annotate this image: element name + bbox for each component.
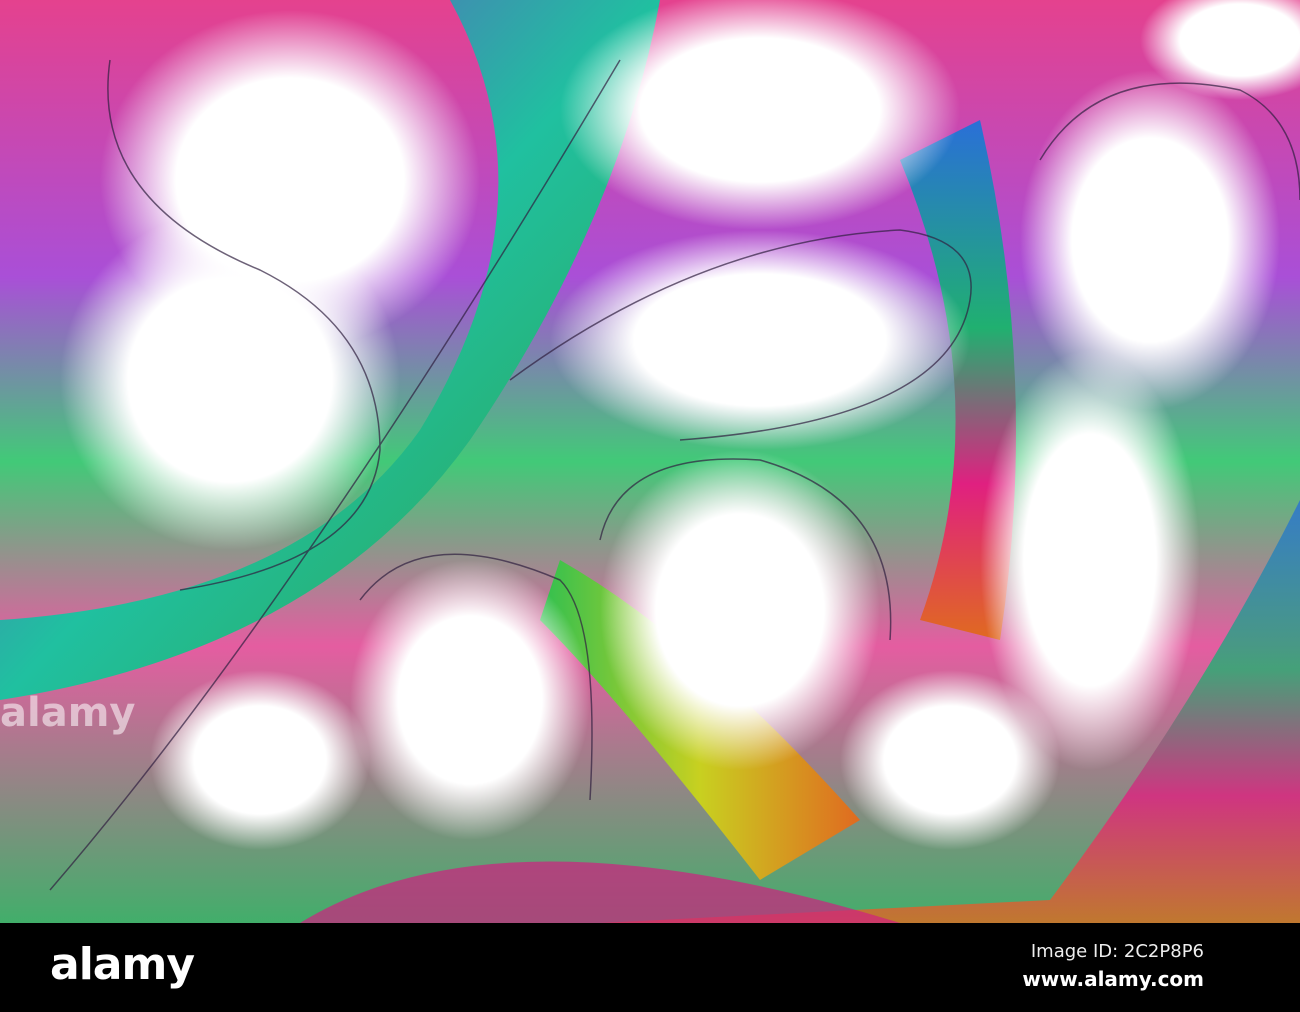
stock-photo: alamy alamy Image ID: 2C2P8P6 www.alamy.… (0, 0, 1300, 1012)
website-link[interactable]: www.alamy.com (1022, 967, 1204, 991)
ribbon-loop (840, 670, 1060, 850)
footer-bar: alamy Image ID: 2C2P8P6 www.alamy.com (0, 923, 1300, 1012)
ribbon-loop (350, 560, 590, 840)
ribbon-loop (150, 670, 370, 850)
ribbon-loop (550, 230, 970, 450)
ribbon-artwork (0, 0, 1300, 923)
ribbon-loop (560, 0, 960, 230)
abstract-ribbon-photo: alamy (0, 0, 1300, 923)
ribbon-loop (60, 210, 400, 550)
watermark: alamy (0, 690, 136, 736)
image-id: Image ID: 2C2P8P6 (1030, 941, 1204, 962)
alamy-logo: alamy (50, 939, 195, 990)
